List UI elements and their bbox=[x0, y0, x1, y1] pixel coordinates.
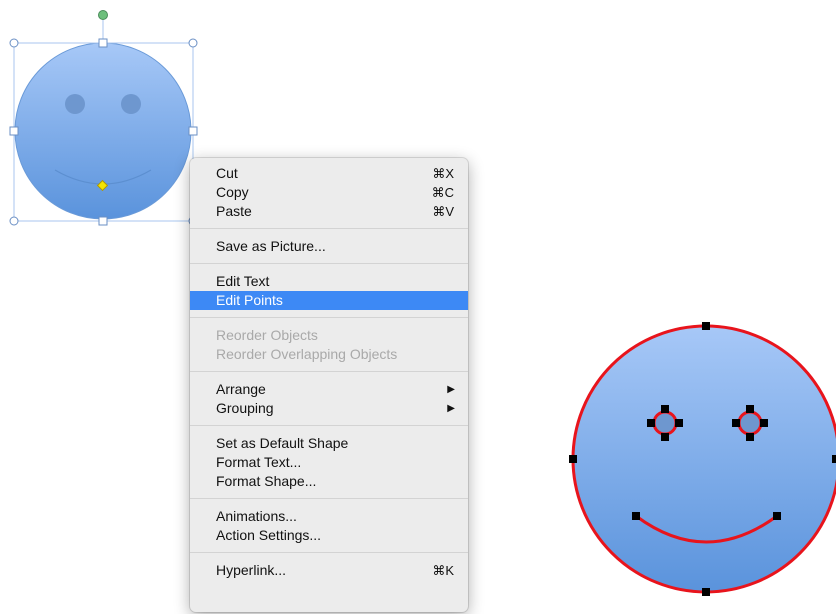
menu-item-save-as-picture[interactable]: Save as Picture... bbox=[190, 237, 468, 256]
menu-item-shortcut: ⌘K bbox=[432, 563, 454, 578]
menu-item-shortcut: ⌘V bbox=[432, 204, 454, 219]
menu-item-format-shape[interactable]: Format Shape... bbox=[190, 472, 468, 491]
menu-item-label: Edit Text bbox=[216, 273, 270, 289]
edit-point[interactable] bbox=[702, 588, 710, 596]
menu-item-label: Copy bbox=[216, 184, 249, 200]
menu-item-edit-points[interactable]: Edit Points bbox=[190, 291, 468, 310]
edit-point[interactable] bbox=[661, 405, 669, 413]
menu-item-label: Reorder Overlapping Objects bbox=[216, 346, 398, 362]
edit-point[interactable] bbox=[661, 433, 669, 441]
submenu-arrow-icon: ▶ bbox=[447, 403, 455, 414]
context-menu: Cut ⌘X Copy ⌘C Paste ⌘V Save as Picture... Edit… bbox=[190, 158, 468, 612]
edit-point[interactable] bbox=[632, 512, 640, 520]
menu-item-label: Format Text... bbox=[216, 454, 302, 470]
menu-item-label: Grouping bbox=[216, 400, 274, 416]
canvas: Cut ⌘X Copy ⌘C Paste ⌘V Save as Picture... Edit… bbox=[0, 0, 836, 614]
edit-point[interactable] bbox=[832, 455, 836, 463]
edit-point[interactable] bbox=[746, 405, 754, 413]
menu-item-arrange[interactable]: Arrange ▶ bbox=[190, 380, 468, 399]
edit-point[interactable] bbox=[773, 512, 781, 520]
menu-item-cut[interactable]: Cut ⌘X bbox=[190, 164, 468, 183]
menu-item-label: Paste bbox=[216, 203, 252, 219]
edit-point[interactable] bbox=[746, 433, 754, 441]
menu-item-label: Set as Default Shape bbox=[216, 435, 349, 451]
menu-separator bbox=[190, 498, 468, 499]
edit-point[interactable] bbox=[675, 419, 683, 427]
menu-item-label: Hyperlink... bbox=[216, 562, 287, 578]
menu-item-label: Save as Picture... bbox=[216, 238, 326, 254]
menu-item-reorder-overlapping-objects: Reorder Overlapping Objects bbox=[190, 345, 468, 364]
edit-point[interactable] bbox=[732, 419, 740, 427]
menu-separator bbox=[190, 552, 468, 553]
menu-item-label: Animations... bbox=[216, 508, 297, 524]
menu-item-reorder-objects: Reorder Objects bbox=[190, 326, 468, 345]
smiley-face-edit-points[interactable] bbox=[571, 324, 836, 594]
menu-separator bbox=[190, 371, 468, 372]
menu-item-label: Edit Points bbox=[216, 292, 283, 308]
menu-item-grouping[interactable]: Grouping ▶ bbox=[190, 399, 468, 418]
menu-separator bbox=[190, 263, 468, 264]
menu-separator bbox=[190, 425, 468, 426]
menu-item-label: Format Shape... bbox=[216, 473, 317, 489]
edit-point[interactable] bbox=[760, 419, 768, 427]
menu-item-action-settings[interactable]: Action Settings... bbox=[190, 526, 468, 545]
menu-item-label: Cut bbox=[216, 165, 238, 181]
edit-point[interactable] bbox=[702, 322, 710, 330]
menu-item-format-text[interactable]: Format Text... bbox=[190, 453, 468, 472]
menu-item-copy[interactable]: Copy ⌘C bbox=[190, 183, 468, 202]
edit-point[interactable] bbox=[569, 455, 577, 463]
smiley-face-body bbox=[571, 324, 836, 594]
menu-separator bbox=[190, 317, 468, 318]
menu-separator bbox=[190, 228, 468, 229]
smiley-right-eye bbox=[737, 410, 763, 436]
menu-item-set-as-default-shape[interactable]: Set as Default Shape bbox=[190, 434, 468, 453]
smiley-left-eye bbox=[652, 410, 678, 436]
menu-item-animations[interactable]: Animations... bbox=[190, 507, 468, 526]
menu-item-label: Action Settings... bbox=[216, 527, 322, 543]
menu-item-edit-text[interactable]: Edit Text bbox=[190, 272, 468, 291]
menu-item-label: Arrange bbox=[216, 381, 266, 397]
submenu-arrow-icon: ▶ bbox=[447, 384, 455, 395]
menu-item-shortcut: ⌘X bbox=[432, 166, 454, 181]
edit-point[interactable] bbox=[647, 419, 655, 427]
menu-item-hyperlink[interactable]: Hyperlink... ⌘K bbox=[190, 561, 468, 580]
menu-item-shortcut: ⌘C bbox=[431, 185, 454, 200]
menu-item-label: Reorder Objects bbox=[216, 327, 318, 343]
menu-item-paste[interactable]: Paste ⌘V bbox=[190, 202, 468, 221]
